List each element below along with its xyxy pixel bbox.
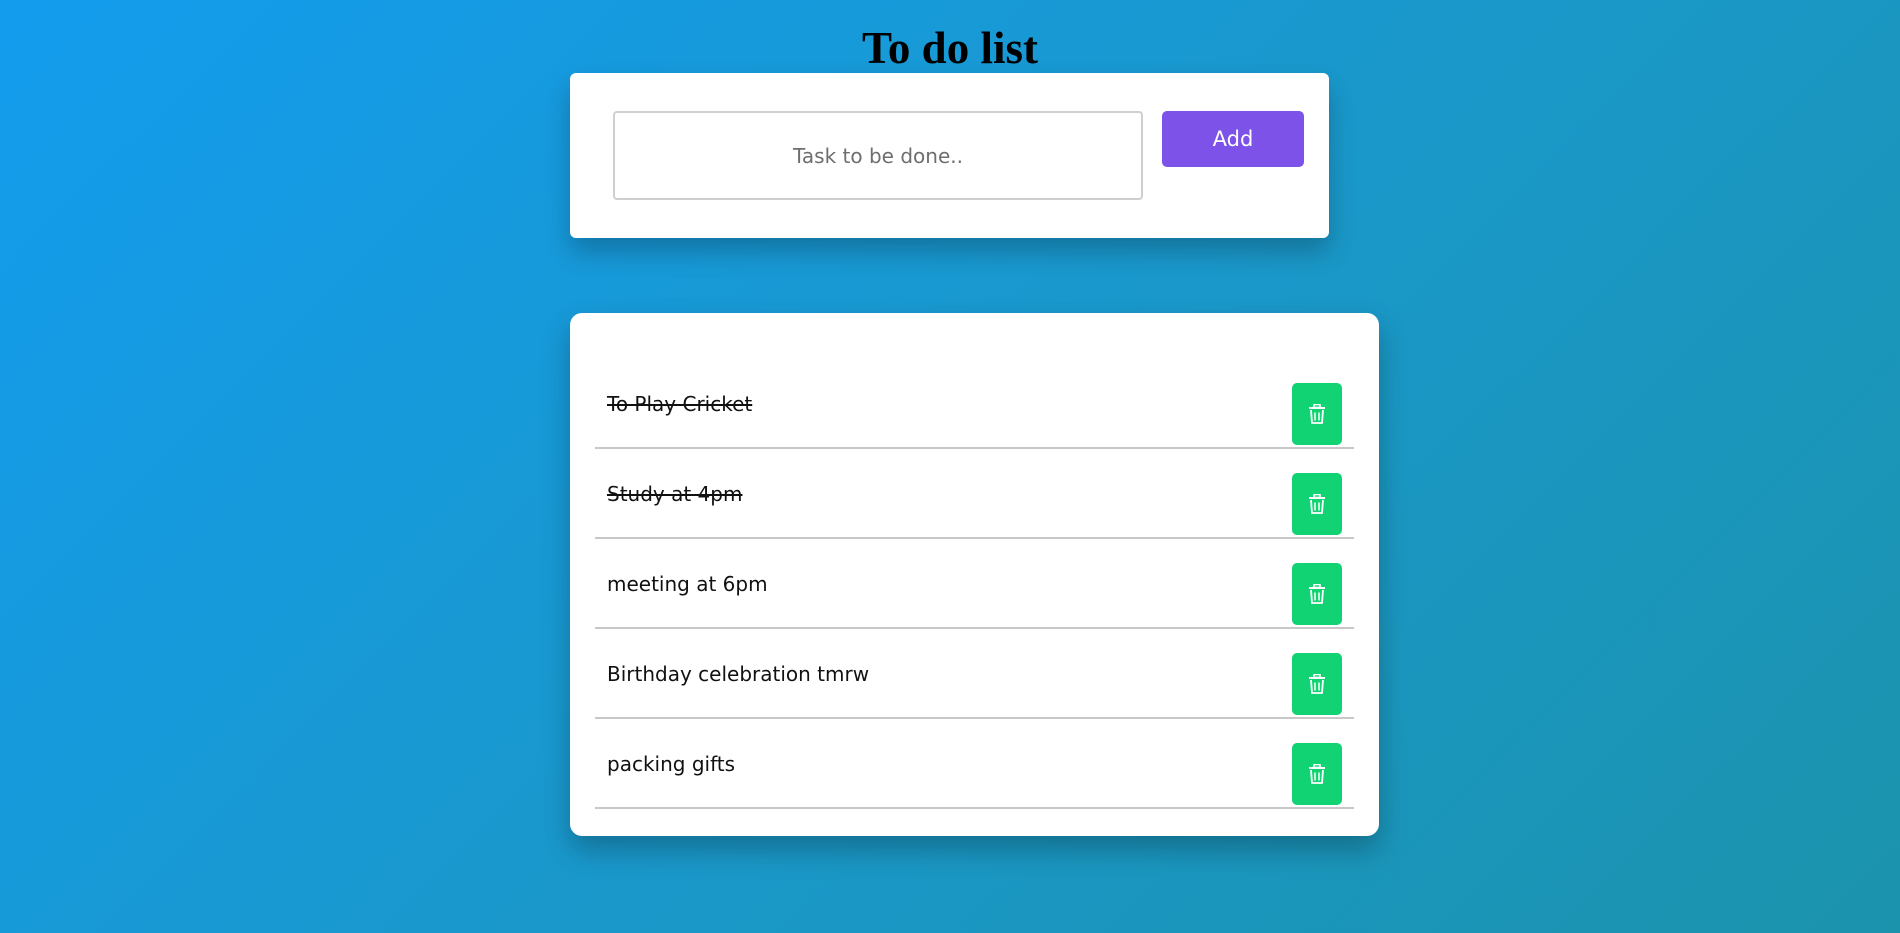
delete-button[interactable] [1292,563,1342,625]
trash-icon [1309,674,1325,694]
page-title: To do list [862,23,1038,73]
task-text[interactable]: meeting at 6pm [607,571,768,597]
task-input[interactable] [613,111,1143,200]
task-item: To Play Cricket [595,359,1354,449]
task-item: meeting at 6pm [595,539,1354,629]
trash-icon [1309,584,1325,604]
task-text[interactable]: To Play Cricket [607,391,752,417]
delete-button[interactable] [1292,653,1342,715]
task-item: Birthday celebration tmrw [595,629,1354,719]
delete-button[interactable] [1292,743,1342,805]
task-item: packing gifts [595,719,1354,809]
trash-icon [1309,764,1325,784]
trash-icon [1309,404,1325,424]
task-text[interactable]: Study at 4pm [607,481,742,507]
delete-button[interactable] [1292,383,1342,445]
task-list-card: To Play Cricket Study at 4pm meeting at … [570,313,1379,836]
trash-icon [1309,494,1325,514]
task-list: To Play Cricket Study at 4pm meeting at … [595,359,1354,809]
task-text[interactable]: packing gifts [607,751,735,777]
task-text[interactable]: Birthday celebration tmrw [607,661,869,687]
add-button[interactable]: Add [1162,111,1304,167]
task-item: Study at 4pm [595,449,1354,539]
task-input-card: Add [570,73,1329,238]
delete-button[interactable] [1292,473,1342,535]
